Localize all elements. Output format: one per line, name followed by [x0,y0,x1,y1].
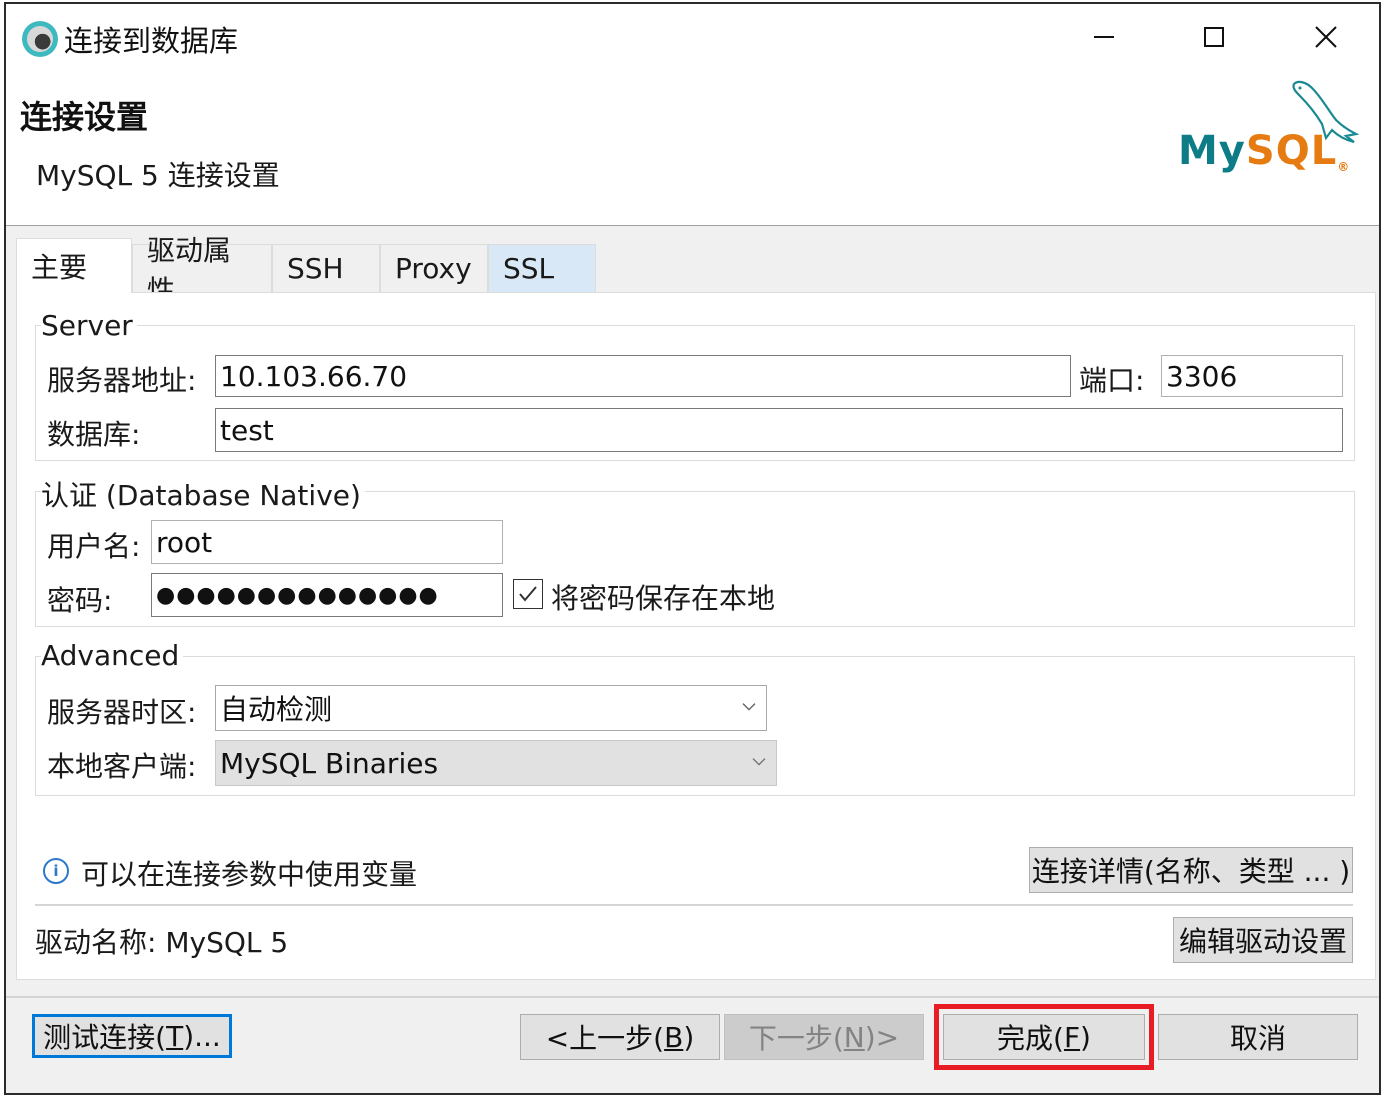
close-button[interactable] [1296,14,1356,60]
server-group-label: Server [41,309,137,342]
database-input[interactable]: test [215,408,1343,452]
local-client-label: 本地客户端: [47,750,197,783]
save-password-label[interactable]: 将密码保存在本地 [551,577,775,617]
variables-hint: 可以在连接参数中使用变量 [81,858,418,891]
page-title: 连接设置 [20,98,149,136]
username-label: 用户名: [47,530,141,563]
title-bar: 连接到数据库 [6,4,1379,70]
minimize-icon [1094,36,1114,38]
tab-proxy[interactable]: Proxy [380,244,488,292]
footer-divider [6,996,1379,998]
tab-driver-properties[interactable]: 驱动属性 [132,234,272,307]
advanced-group-label: Advanced [41,639,184,672]
window-title: 连接到数据库 [64,24,239,58]
driver-name-label: 驱动名称: MySQL 5 [35,926,289,959]
edit-driver-settings-button[interactable]: 编辑驱动设置 [1173,917,1353,963]
host-label: 服务器地址: [47,364,197,397]
connect-database-dialog: 连接到数据库 连接设置 MySQL 5 连接设置 MySQL® 主要 驱动属性 … [4,2,1381,1095]
next-button[interactable]: 下一步(N)> [724,1014,924,1060]
maximize-button[interactable] [1184,14,1244,60]
tab-ssh[interactable]: SSH [272,244,380,292]
finish-highlight-annotation [934,1004,1154,1070]
database-label: 数据库: [47,418,141,451]
main-tab-panel: Server 服务器地址: 10.103.66.70 端口: 3306 数据库:… [16,292,1376,980]
minimize-button[interactable] [1074,14,1134,60]
password-label: 密码: [47,584,113,617]
driver-name-value: MySQL 5 [165,926,289,959]
tab-main[interactable]: 主要 [16,238,132,293]
cancel-button[interactable]: 取消 [1158,1014,1358,1060]
host-input[interactable]: 10.103.66.70 [215,355,1071,397]
maximize-icon [1204,27,1224,47]
timezone-label: 服务器时区: [47,696,197,729]
app-icon [22,21,58,57]
info-icon: i [43,858,69,884]
close-icon [1315,26,1337,48]
username-input[interactable]: root [151,520,503,564]
timezone-select[interactable]: 自动检测 [215,685,767,731]
chevron-down-icon [742,703,756,711]
page-subtitle: MySQL 5 连接设置 [36,159,280,192]
auth-group-label: 认证 (Database Native) [41,474,365,514]
port-input[interactable]: 3306 [1161,355,1343,397]
chevron-down-icon [752,758,766,766]
divider [35,904,1353,906]
password-input[interactable]: ●●●●●●●●●●●●●● [151,573,503,617]
tab-ssl[interactable]: SSL [488,244,596,292]
back-button[interactable]: <上一步(B) [520,1014,720,1060]
mysql-logo: MySQL® [1178,128,1351,174]
local-client-select[interactable]: MySQL Binaries [215,740,777,786]
test-connection-button[interactable]: 测试连接(T)... [32,1014,232,1058]
connection-details-button[interactable]: 连接详情(名称、类型 ... ) [1029,847,1353,893]
checkmark-icon [519,586,537,602]
port-label: 端口: [1079,364,1145,397]
wizard-header: 连接设置 MySQL 5 连接设置 MySQL® [6,70,1379,226]
save-password-checkbox[interactable] [513,579,543,609]
